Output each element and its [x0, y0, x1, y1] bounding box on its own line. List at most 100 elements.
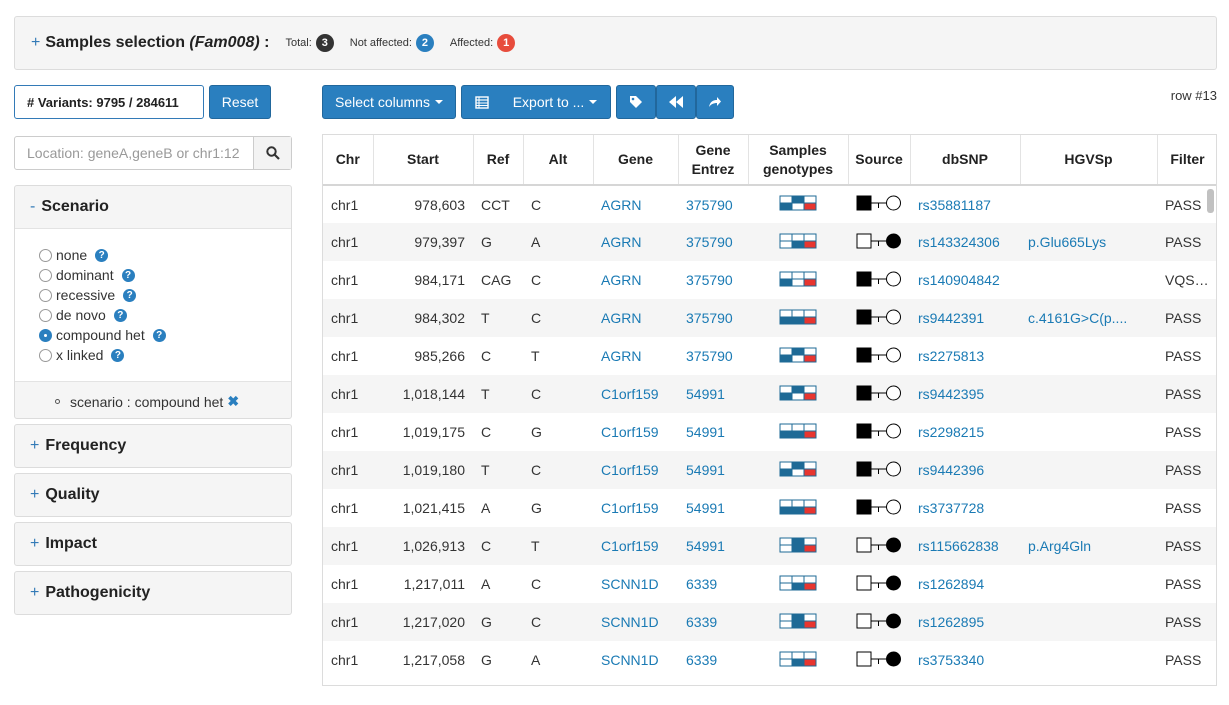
radio-button[interactable] [39, 268, 52, 282]
frequency-panel[interactable]: + Frequency [14, 424, 292, 468]
cell-gene-link[interactable]: AGRN [593, 223, 678, 261]
cell-entrez-link[interactable]: 375790 [678, 299, 748, 337]
cell-gene-link[interactable]: AGRN [593, 261, 678, 299]
table-row[interactable]: chr1 1,217,058 G A SCNN1D 6339 rs3753340 PASS [323, 641, 1216, 679]
column-header[interactable]: Filter [1157, 135, 1216, 186]
cell-entrez-link[interactable]: 54991 [678, 413, 748, 451]
cell-dbsnp-link[interactable]: rs143324306 [910, 223, 1020, 261]
radio-button[interactable] [39, 328, 52, 342]
reset-button[interactable]: Reset [209, 85, 271, 119]
table-row[interactable]: chr1 1,019,175 C G C1orf159 54991 rs2298215 PAS… [323, 413, 1216, 451]
column-header[interactable]: dbSNP [910, 135, 1021, 186]
column-header[interactable]: Gene [593, 135, 679, 186]
cell-entrez-link[interactable]: 54991 [678, 375, 748, 413]
tag-button[interactable] [616, 85, 656, 119]
search-button[interactable] [253, 137, 291, 169]
cell-dbsnp-link[interactable]: rs35881187 [910, 185, 1020, 223]
column-header[interactable]: Source [848, 135, 911, 186]
cell-gene-link[interactable]: C1orf159 [593, 527, 678, 565]
table-row[interactable]: chr1 1,026,913 C T C1orf159 54991 rs115662838 p… [323, 527, 1216, 565]
vertical-scrollbar[interactable] [1207, 189, 1214, 213]
share-button[interactable] [696, 85, 734, 119]
cell-hgvsp-link[interactable] [1020, 565, 1157, 603]
table-row[interactable]: chr1 1,217,011 A C SCNN1D 6339 rs1262894 PASS [323, 565, 1216, 603]
cell-hgvsp-link[interactable] [1020, 451, 1157, 489]
column-header[interactable]: Ref [473, 135, 524, 186]
table-row[interactable]: chr1 984,302 T C AGRN 375790 rs9442391 c.4161G>… [323, 299, 1216, 337]
help-icon[interactable]: ? [111, 348, 125, 362]
table-row[interactable]: chr1 1,019,180 T C C1orf159 54991 rs9442396 PAS… [323, 451, 1216, 489]
help-icon[interactable]: ? [121, 268, 135, 282]
cell-dbsnp-link[interactable]: rs140904842 [910, 261, 1020, 299]
column-header[interactable]: HGVSp [1020, 135, 1158, 186]
cell-dbsnp-link[interactable]: rs9442396 [910, 451, 1020, 489]
first-row-button[interactable] [656, 85, 696, 119]
radio-button[interactable] [39, 348, 52, 362]
cell-entrez-link[interactable]: 6339 [678, 641, 748, 679]
help-icon[interactable]: ? [113, 308, 127, 322]
column-header[interactable]: Start [373, 135, 474, 186]
help-icon[interactable]: ? [95, 248, 109, 262]
cell-hgvsp-link[interactable] [1020, 413, 1157, 451]
cell-entrez-link[interactable]: 375790 [678, 337, 748, 375]
cell-gene-link[interactable]: AGRN [593, 185, 678, 223]
help-icon[interactable]: ? [152, 328, 166, 342]
cell-dbsnp-link[interactable]: rs9442391 [910, 299, 1020, 337]
cell-dbsnp-link[interactable]: rs1262894 [910, 565, 1020, 603]
cell-entrez-link[interactable]: 54991 [678, 451, 748, 489]
cell-entrez-link[interactable]: 375790 [678, 261, 748, 299]
remove-filter-icon[interactable]: ✖ [227, 393, 239, 410]
cell-gene-link[interactable]: SCNN1D [593, 641, 678, 679]
table-row[interactable]: chr1 984,171 CAG C AGRN 375790 rs140904842 VQSR… [323, 261, 1216, 299]
cell-gene-link[interactable]: AGRN [593, 337, 678, 375]
cell-hgvsp-link[interactable] [1020, 375, 1157, 413]
scenario-option[interactable]: compound het? [39, 325, 291, 345]
cell-dbsnp-link[interactable]: rs2275813 [910, 337, 1020, 375]
scenario-option[interactable]: recessive? [39, 285, 291, 305]
cell-entrez-link[interactable]: 6339 [678, 603, 748, 641]
cell-entrez-link[interactable]: 54991 [678, 489, 748, 527]
table-row[interactable]: chr1 1,217,020 G C SCNN1D 6339 rs1262895 PASS [323, 603, 1216, 641]
help-icon[interactable]: ? [123, 288, 137, 302]
radio-button[interactable] [39, 288, 52, 302]
radio-button[interactable] [39, 248, 52, 262]
quality-panel[interactable]: + Quality [14, 473, 292, 517]
cell-hgvsp-link[interactable]: p.Arg4Gln [1020, 527, 1157, 565]
cell-entrez-link[interactable]: 54991 [678, 527, 748, 565]
radio-button[interactable] [39, 308, 52, 322]
samples-selection-panel[interactable]: + Samples selection (Fam008) : Total: 3 N… [14, 16, 1217, 70]
cell-gene-link[interactable]: C1orf159 [593, 489, 678, 527]
scenario-option[interactable]: x linked? [39, 345, 291, 365]
location-input[interactable] [15, 137, 253, 169]
cell-entrez-link[interactable]: 375790 [678, 223, 748, 261]
cell-dbsnp-link[interactable]: rs115662838 [910, 527, 1020, 565]
cell-hgvsp-link[interactable]: c.4161G>C(p.... [1020, 299, 1157, 337]
cell-hgvsp-link[interactable] [1020, 261, 1157, 299]
cell-gene-link[interactable]: AGRN [593, 299, 678, 337]
cell-hgvsp-link[interactable] [1020, 641, 1157, 679]
cell-hgvsp-link[interactable] [1020, 337, 1157, 375]
table-row[interactable]: chr1 985,266 C T AGRN 375790 rs2275813 PASS [323, 337, 1216, 375]
cell-dbsnp-link[interactable]: rs1262895 [910, 603, 1020, 641]
pathogenicity-panel[interactable]: + Pathogenicity [14, 571, 292, 615]
cell-gene-link[interactable]: C1orf159 [593, 451, 678, 489]
scenario-option[interactable]: de novo? [39, 305, 291, 325]
cell-entrez-link[interactable]: 375790 [678, 185, 748, 223]
table-row[interactable]: chr1 1,021,415 A G C1orf159 54991 rs3737728 PAS… [323, 489, 1216, 527]
export-button[interactable]: Export to ... [461, 85, 611, 119]
cell-hgvsp-link[interactable] [1020, 489, 1157, 527]
cell-dbsnp-link[interactable]: rs3737728 [910, 489, 1020, 527]
cell-gene-link[interactable]: C1orf159 [593, 413, 678, 451]
cell-dbsnp-link[interactable]: rs2298215 [910, 413, 1020, 451]
cell-dbsnp-link[interactable]: rs9442395 [910, 375, 1020, 413]
cell-entrez-link[interactable]: 6339 [678, 565, 748, 603]
column-header[interactable]: Chr [323, 135, 374, 186]
expand-icon[interactable]: + [31, 34, 40, 52]
scenario-option[interactable]: none? [39, 245, 291, 265]
cell-gene-link[interactable]: SCNN1D [593, 603, 678, 641]
scenario-header[interactable]: - Scenario [15, 186, 291, 228]
impact-panel[interactable]: + Impact [14, 522, 292, 566]
table-row[interactable]: chr1 1,018,144 T C C1orf159 54991 rs9442395 PAS… [323, 375, 1216, 413]
column-header[interactable]: Gene Entrez [678, 135, 749, 186]
scenario-option[interactable]: dominant? [39, 265, 291, 285]
